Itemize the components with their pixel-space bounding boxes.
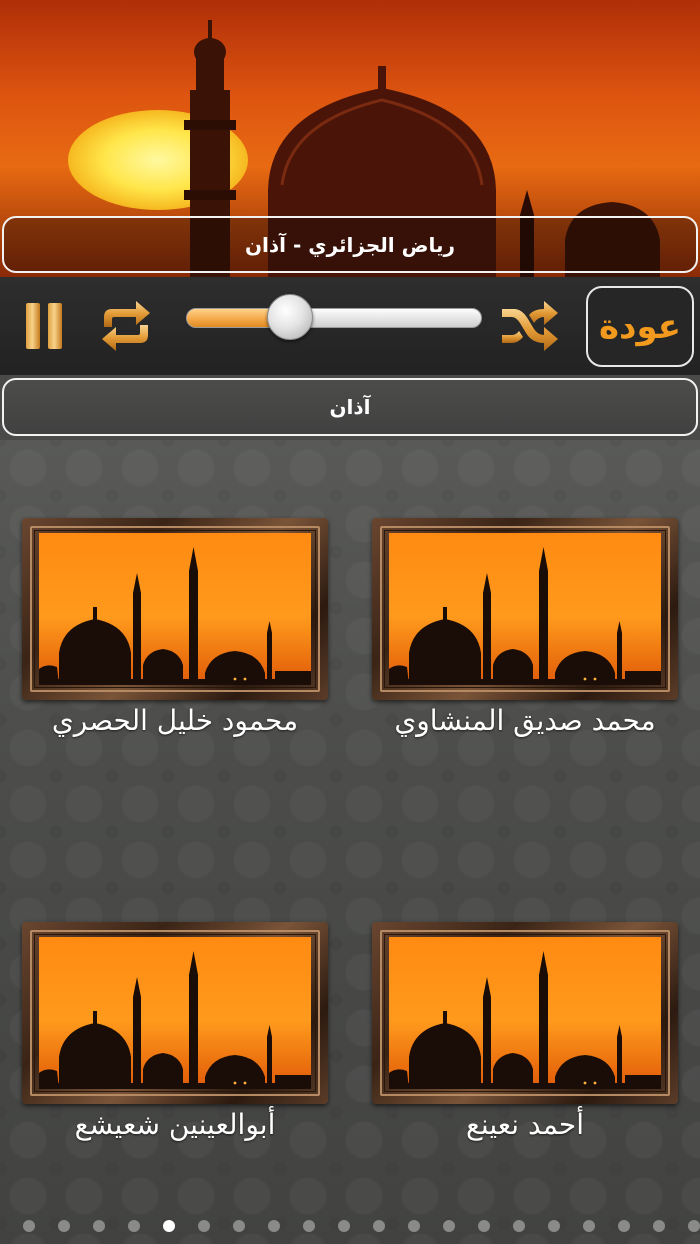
reciter-card[interactable]: أبوالعينين شعيشع [22, 922, 328, 1162]
header-banner: رياض الجزائري - آذان [0, 0, 700, 277]
seek-thumb[interactable] [266, 294, 313, 340]
page-dot[interactable] [93, 1220, 105, 1232]
reciter-image-frame [372, 922, 678, 1104]
player-bar: عودة [0, 277, 700, 375]
shuffle-icon[interactable] [498, 297, 560, 355]
page-dot[interactable] [373, 1220, 385, 1232]
reciter-image-frame [22, 518, 328, 700]
page-dot[interactable] [478, 1220, 490, 1232]
mosque-silhouette-image [39, 937, 311, 1089]
page-dot[interactable] [198, 1220, 210, 1232]
reciter-name: أحمد نعينع [466, 1108, 584, 1141]
page-dot[interactable] [338, 1220, 350, 1232]
reciter-name: محمود خليل الحصري [51, 704, 299, 737]
page-dot[interactable] [233, 1220, 245, 1232]
seek-slider[interactable] [186, 308, 482, 328]
reciter-name: محمد صديق المنشاوي [394, 704, 656, 737]
page-dot[interactable] [618, 1220, 630, 1232]
page-dot-active[interactable] [163, 1220, 175, 1232]
reciter-name: أبوالعينين شعيشع [74, 1108, 276, 1141]
page-dot[interactable] [513, 1220, 525, 1232]
page-dot[interactable] [58, 1220, 70, 1232]
page-dot[interactable] [653, 1220, 665, 1232]
pause-icon [26, 303, 40, 349]
page-dot[interactable] [408, 1220, 420, 1232]
mosque-silhouette-image [389, 937, 661, 1089]
reciter-card[interactable]: أحمد نعينع [372, 922, 678, 1162]
page-indicator[interactable] [0, 1216, 700, 1236]
repeat-icon[interactable] [96, 297, 156, 355]
mosque-silhouette-image [389, 533, 661, 685]
page-dot[interactable] [688, 1220, 700, 1232]
page-dot[interactable] [443, 1220, 455, 1232]
now-playing-title: رياض الجزائري - آذان [2, 216, 698, 273]
page-dot[interactable] [548, 1220, 560, 1232]
page-dot[interactable] [128, 1220, 140, 1232]
reciter-card[interactable]: محمد صديق المنشاوي [372, 518, 678, 758]
reciter-image-frame [372, 518, 678, 700]
page-dot[interactable] [303, 1220, 315, 1232]
pause-button[interactable] [20, 301, 70, 351]
mosque-silhouette-image [39, 533, 311, 685]
page-dot[interactable] [23, 1220, 35, 1232]
page-dot[interactable] [583, 1220, 595, 1232]
reciter-card[interactable]: محمود خليل الحصري [22, 518, 328, 758]
reciter-image-frame [22, 922, 328, 1104]
back-button[interactable]: عودة [586, 286, 694, 367]
page-dot[interactable] [268, 1220, 280, 1232]
category-title: آذان [2, 378, 698, 436]
